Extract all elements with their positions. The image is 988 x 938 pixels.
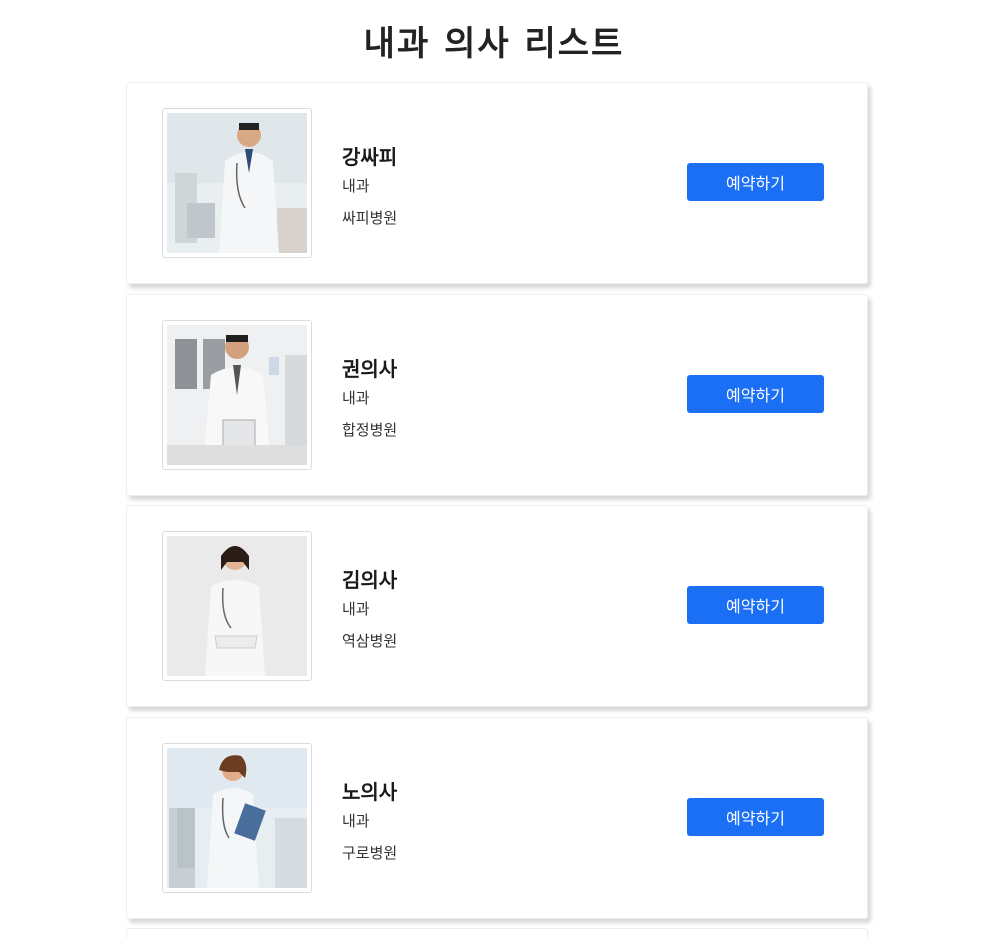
doctor-name: 권의사	[342, 356, 398, 381]
doctor-photo-frame	[162, 108, 312, 258]
doctor-department: 내과	[342, 177, 370, 195]
doctor-department: 내과	[342, 388, 370, 407]
doctor-info: 강싸피 내과 싸피병원	[342, 145, 397, 241]
doctor-name: 노의사	[342, 779, 398, 804]
doctor-photo	[167, 324, 307, 465]
reserve-button[interactable]: 예약하기	[687, 163, 824, 201]
doctor-list: 강싸피 내과 싸피병원 예약하기 권의사 내과 합정병원 예약하기 김의사 내과…	[126, 82, 868, 938]
doctor-info: 노의사 내과 구로병원	[342, 780, 397, 876]
doctor-department: 내과	[342, 600, 370, 618]
doctor-card: 권의사 내과 합정병원 예약하기	[126, 293, 868, 496]
doctor-name: 강싸피	[342, 145, 398, 169]
reserve-button[interactable]: 예약하기	[687, 374, 824, 413]
doctor-photo-frame	[162, 531, 312, 681]
doctor-photo-frame	[162, 742, 312, 893]
doctor-department: 내과	[342, 811, 370, 830]
doctor-info: 권의사 내과 합정병원	[342, 357, 397, 453]
doctor-hospital: 합정병원	[342, 420, 398, 439]
doctor-photo	[167, 747, 307, 888]
doctor-hospital: 싸피병원	[342, 209, 398, 227]
doctor-photo	[167, 113, 307, 253]
doctor-photo	[167, 536, 307, 676]
doctor-card: 김의사 내과 역삼병원 예약하기	[126, 505, 868, 707]
doctor-hospital: 구로병원	[342, 843, 398, 862]
doctor-card: 강싸피 내과 싸피병원 예약하기	[126, 82, 868, 284]
page-title: 내과 의사 리스트	[363, 24, 625, 64]
doctor-hospital: 역삼병원	[342, 632, 398, 650]
reserve-button[interactable]: 예약하기	[687, 797, 824, 836]
doctor-photo-frame	[162, 319, 312, 470]
doctor-name: 김의사	[342, 568, 398, 592]
doctor-info: 김의사 내과 역삼병원	[342, 568, 397, 664]
doctor-card: 노의사 내과 구로병원 예약하기	[126, 716, 868, 919]
reserve-button[interactable]: 예약하기	[687, 586, 824, 624]
